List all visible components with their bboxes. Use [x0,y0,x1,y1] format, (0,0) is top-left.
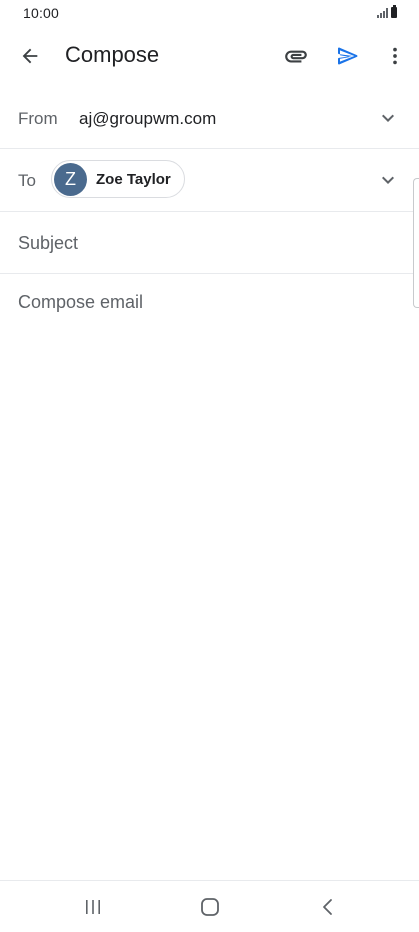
home-icon [201,898,219,916]
chevron-down-icon [382,176,394,184]
from-label: From [18,109,58,128]
recipient-name: Zoe Taylor [96,170,171,188]
status-time: 10:00 [23,5,60,21]
status-bar: 10:00 [0,0,419,28]
back-icon [323,899,332,915]
to-row[interactable]: To Z Zoe Taylor [0,149,419,212]
home-button[interactable] [192,893,228,921]
send-button[interactable] [332,40,364,72]
avatar: Z [54,162,87,196]
scrollbar[interactable] [413,178,419,308]
subject-row [0,212,419,274]
status-icons [377,5,397,18]
battery-icon [391,5,397,18]
recents-icon [86,900,100,914]
compose-body-input[interactable] [18,288,398,848]
send-icon [338,47,358,65]
app-bar: Compose [0,28,419,84]
attach-button[interactable] [280,40,312,72]
to-label: To [18,171,36,190]
subject-input[interactable] [18,229,398,257]
recipient-chip[interactable]: Z Zoe Taylor [51,160,185,198]
page-title: Compose [65,42,160,67]
more-options-button[interactable] [379,40,411,72]
system-nav-bar [0,880,419,932]
from-expand-button[interactable] [374,104,402,132]
back-arrow-icon [22,48,38,64]
back-nav-button[interactable] [310,893,346,921]
more-vert-icon [393,47,397,65]
signal-icon [377,8,388,18]
from-account[interactable]: aj@groupwm.com [79,109,216,129]
recents-button[interactable] [75,893,111,921]
paperclip-icon [285,50,307,63]
to-expand-button[interactable] [374,166,402,194]
back-button[interactable] [14,40,46,72]
chevron-down-icon [382,114,394,122]
from-row[interactable]: From aj@groupwm.com [0,88,419,149]
